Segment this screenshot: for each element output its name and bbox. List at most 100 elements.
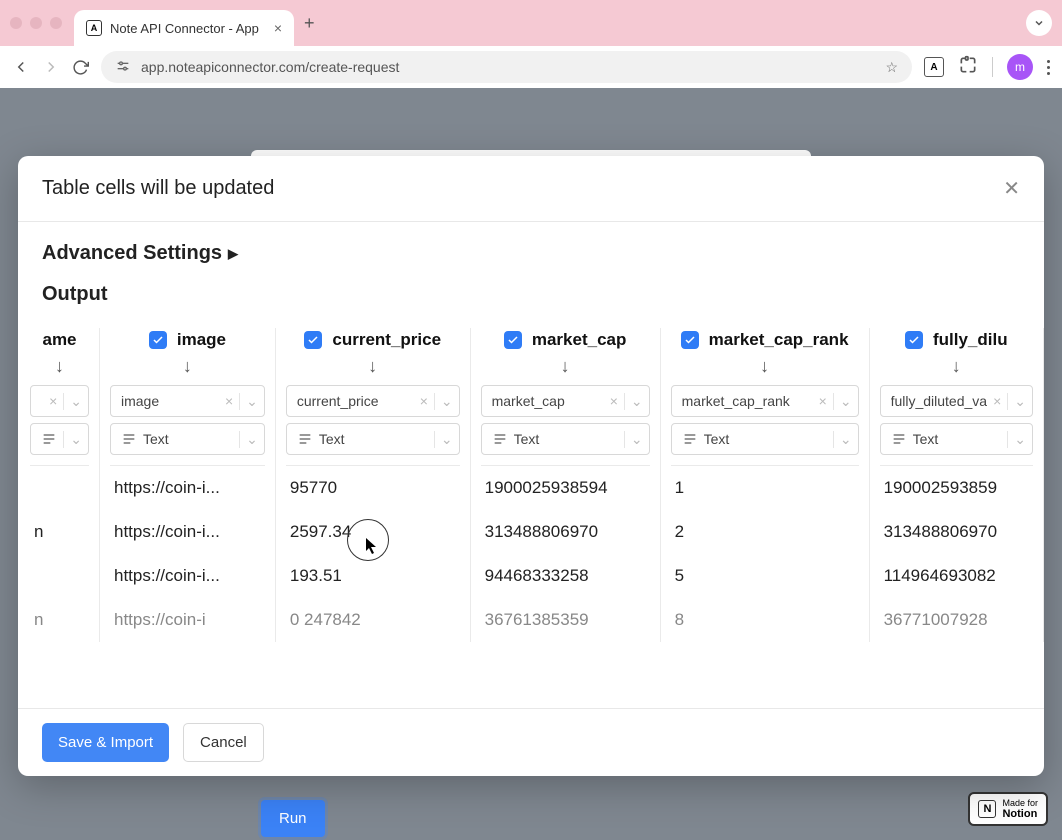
column-checkbox[interactable] (304, 331, 322, 349)
chevron-down-icon[interactable]: ⌄ (624, 393, 643, 410)
advanced-settings-label: Advanced Settings (42, 242, 222, 265)
maximize-window-icon[interactable] (50, 17, 62, 29)
type-select[interactable]: Text⌄ (110, 423, 265, 455)
clear-icon[interactable]: × (219, 393, 239, 409)
column-checkbox[interactable] (149, 331, 167, 349)
notion-logo-icon: N (978, 800, 996, 818)
type-select[interactable]: Text⌄ (880, 423, 1033, 455)
type-select[interactable]: Text⌄ (481, 423, 650, 455)
address-bar[interactable]: app.noteapiconnector.com/create-request … (101, 51, 912, 83)
column-header: image (149, 328, 226, 356)
chevron-down-icon[interactable]: ⌄ (434, 431, 453, 448)
badge-line-2: Notion (1002, 808, 1038, 820)
table-cell: n (30, 510, 89, 554)
output-heading: Output (42, 283, 1020, 306)
column-checkbox[interactable] (504, 331, 522, 349)
bookmark-icon[interactable]: ☆ (885, 59, 898, 76)
column-header: market_cap_rank (681, 328, 849, 356)
tab-close-icon[interactable]: × (274, 20, 282, 36)
field-mapping-select[interactable]: image×⌄ (110, 385, 265, 417)
column-data: 1900025938593134888069701149646930823677… (880, 465, 1033, 642)
text-type-icon (121, 431, 137, 447)
field-mapping-select[interactable]: ×⌄ (30, 385, 89, 417)
select-value: fully_diluted_va (891, 393, 988, 409)
text-type-icon (492, 431, 508, 447)
run-button[interactable]: Run (261, 800, 325, 837)
minimize-window-icon[interactable] (30, 17, 42, 29)
select-value: market_cap_rank (682, 393, 813, 409)
text-type-icon (41, 431, 57, 447)
arrow-down-icon: ↓ (368, 356, 377, 377)
type-select[interactable]: Text⌄ (671, 423, 859, 455)
window-controls (10, 17, 62, 29)
field-mapping-select[interactable]: fully_diluted_va×⌄ (880, 385, 1033, 417)
table-cell: 1 (671, 466, 859, 510)
close-icon[interactable]: ✕ (1003, 176, 1020, 201)
save-import-button[interactable]: Save & Import (42, 723, 169, 762)
output-table[interactable]: ame↓×⌄Text⌄nnimage↓image×⌄Text⌄https://c… (18, 328, 1044, 708)
modal-header: Table cells will be updated ✕ (18, 156, 1044, 222)
forward-button[interactable] (42, 58, 60, 76)
table-cell: 313488806970 (880, 510, 1033, 554)
chevron-down-icon[interactable]: ⌄ (833, 431, 852, 448)
chevron-down-icon[interactable]: ⌄ (239, 393, 258, 410)
column-header: market_cap (504, 328, 627, 356)
column-header: ame (42, 328, 76, 356)
badge-line-1: Made for (1002, 798, 1038, 808)
update-cells-modal: Table cells will be updated ✕ Advanced S… (18, 156, 1044, 776)
chevron-down-icon[interactable]: ⌄ (624, 431, 643, 448)
field-mapping-select[interactable]: market_cap_rank×⌄ (671, 385, 859, 417)
chevron-down-icon[interactable]: ⌄ (833, 393, 852, 410)
chevron-down-icon[interactable]: ⌄ (63, 431, 82, 448)
table-cell: https://coin-i (110, 598, 265, 642)
browser-toolbar: app.noteapiconnector.com/create-request … (0, 46, 1062, 88)
field-mapping-select[interactable]: current_price×⌄ (286, 385, 460, 417)
cancel-button[interactable]: Cancel (183, 723, 264, 762)
browser-tab[interactable]: A Note API Connector - App × (74, 10, 294, 46)
table-cell: 0 247842 (286, 598, 460, 642)
close-window-icon[interactable] (10, 17, 22, 29)
table-cell: 36761385359 (481, 598, 650, 642)
new-tab-button[interactable]: + (304, 13, 315, 34)
clear-icon[interactable]: × (987, 393, 1007, 409)
notion-badge[interactable]: N Made for Notion (968, 792, 1048, 826)
site-settings-icon[interactable] (115, 58, 131, 77)
chevron-down-icon[interactable]: ⌄ (434, 393, 453, 410)
clear-icon[interactable]: × (604, 393, 624, 409)
field-mapping-select[interactable]: market_cap×⌄ (481, 385, 650, 417)
advanced-settings-toggle[interactable]: Advanced Settings ▶ (42, 242, 1020, 265)
type-select[interactable]: Text⌄ (30, 423, 89, 455)
column-current_price: current_price↓current_price×⌄Text⌄957702… (276, 328, 471, 642)
table-cell: https://coin-i... (110, 554, 265, 598)
table-cell: 94468333258 (481, 554, 650, 598)
type-select[interactable]: Text⌄ (286, 423, 460, 455)
extensions-menu-icon[interactable] (958, 55, 978, 80)
table-cell: n (30, 598, 89, 642)
chevron-down-icon[interactable]: ⌄ (239, 431, 258, 448)
reload-button[interactable] (72, 59, 89, 76)
clear-icon[interactable]: × (43, 393, 63, 409)
profile-avatar[interactable]: m (1007, 54, 1033, 80)
column-header-label: fully_dilu (933, 330, 1008, 350)
tabs-dropdown-button[interactable] (1026, 10, 1052, 36)
back-button[interactable] (12, 58, 30, 76)
browser-menu-icon[interactable] (1047, 60, 1050, 75)
column-checkbox[interactable] (905, 331, 923, 349)
column-image: image↓image×⌄Text⌄https://coin-i...https… (100, 328, 276, 642)
select-value: Text (704, 431, 833, 447)
column-checkbox[interactable] (681, 331, 699, 349)
column-header: fully_dilu (905, 328, 1008, 356)
tab-title: Note API Connector - App (110, 21, 266, 36)
chevron-down-icon[interactable]: ⌄ (1007, 393, 1026, 410)
chevron-down-icon[interactable]: ⌄ (63, 393, 82, 410)
column-header-label: market_cap (532, 330, 627, 350)
arrow-down-icon: ↓ (55, 356, 64, 377)
url-text: app.noteapiconnector.com/create-request (141, 59, 875, 75)
clear-icon[interactable]: × (414, 393, 434, 409)
extension-icon[interactable]: A (924, 57, 944, 77)
chevron-down-icon[interactable]: ⌄ (1007, 431, 1026, 448)
clear-icon[interactable]: × (813, 393, 833, 409)
arrow-down-icon: ↓ (760, 356, 769, 377)
table-cell: 114964693082 (880, 554, 1033, 598)
arrow-down-icon: ↓ (952, 356, 961, 377)
